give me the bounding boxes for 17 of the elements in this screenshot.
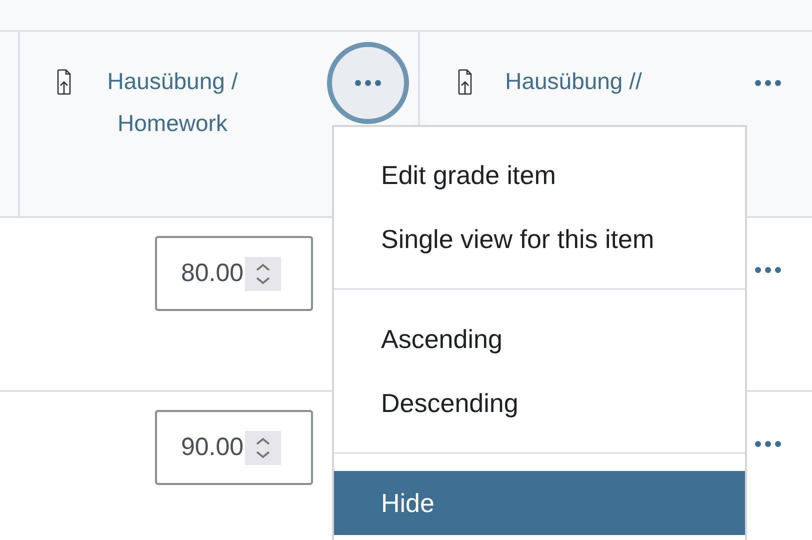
menu-item[interactable]: Hide [334, 471, 745, 535]
menu-item[interactable]: Single view for this item [334, 207, 745, 271]
column-title-link[interactable]: Hausübung // [486, 60, 661, 102]
ellipsis-icon [355, 80, 381, 86]
menu-item[interactable]: Descending [334, 371, 745, 435]
number-field[interactable]: 80.00 [155, 236, 313, 311]
file-upload-icon [57, 69, 71, 95]
ellipsis-icon [755, 441, 781, 447]
spinner-icon [244, 256, 281, 290]
ellipsis-icon [755, 267, 781, 273]
number-field[interactable]: 90.00 [155, 410, 313, 485]
spinner-icon [244, 430, 281, 464]
menu-item[interactable]: Edit grade item [334, 143, 745, 207]
column-title-link[interactable]: Hausübung / Homework [85, 60, 260, 144]
ellipsis-icon [755, 80, 781, 86]
menu-item[interactable]: Ascending [334, 307, 745, 371]
file-upload-icon [458, 69, 472, 95]
